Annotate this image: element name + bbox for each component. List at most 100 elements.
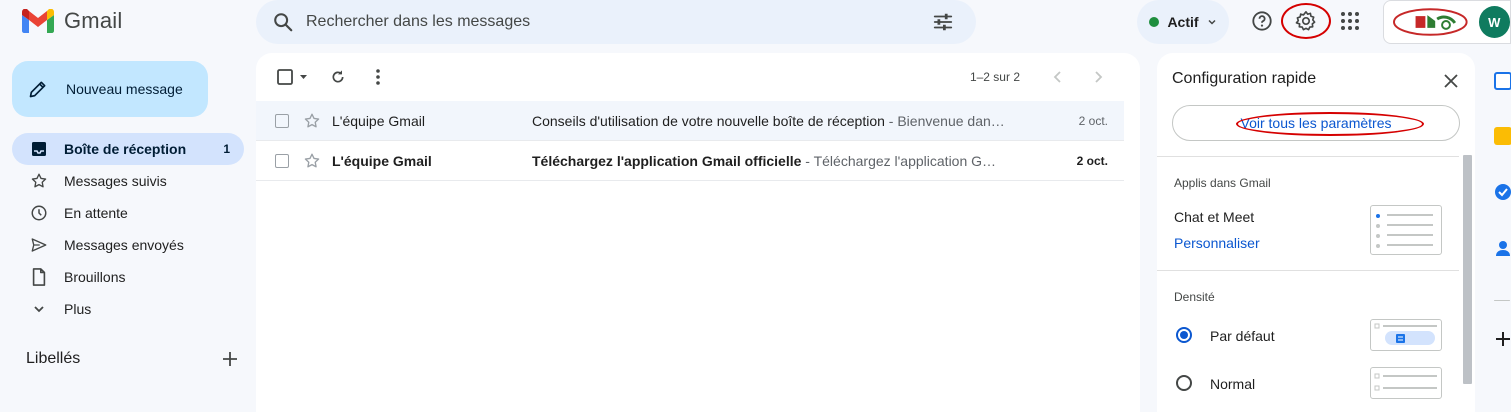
email-subject: Conseils d'utilisation de votre nouvelle… <box>532 112 885 129</box>
keep-icon[interactable] <box>1494 127 1511 145</box>
email-row[interactable]: L'équipe Gmail Conseils d'utilisation de… <box>256 101 1124 141</box>
row-checkbox[interactable] <box>275 113 289 128</box>
search-icon[interactable] <box>272 11 294 33</box>
labels-section: Libellés <box>26 350 238 368</box>
help-icon <box>1252 11 1272 31</box>
refresh-button[interactable] <box>322 61 354 93</box>
density-preview-icon <box>1374 323 1437 345</box>
chevron-left-icon <box>1053 71 1061 83</box>
email-snippet: - Bienvenue dan… <box>884 112 1005 129</box>
quick-settings-title: Configuration rapide <box>1172 70 1317 87</box>
pagination-count: 1–2 sur 2 <box>969 70 1020 84</box>
email-snippet: - Téléchargez l'application G… <box>801 152 997 169</box>
sidebar-item-inbox[interactable]: Boîte de réception 1 <box>12 133 244 165</box>
email-subject: Téléchargez l'application Gmail officiel… <box>532 152 802 169</box>
pencil-icon <box>29 81 46 98</box>
status-dot-icon <box>1149 17 1160 27</box>
sidebar-item-label: Plus <box>64 301 92 317</box>
apps-item-label: Chat et Meet <box>1174 209 1255 225</box>
sidebar-item-starred[interactable]: Messages suivis <box>12 165 244 197</box>
compose-button[interactable]: Nouveau message <box>12 61 208 117</box>
avatar[interactable]: W <box>1478 6 1510 38</box>
email-row[interactable]: L'équipe Gmail Téléchargez l'application… <box>256 141 1124 181</box>
close-icon <box>1444 74 1458 88</box>
more-vert-icon <box>376 69 380 85</box>
select-all-checkbox[interactable] <box>274 61 314 93</box>
layout-preview-icon <box>1376 214 1433 248</box>
add-addon-icon[interactable] <box>1494 330 1511 348</box>
quick-settings-panel: Configuration rapide Voir tous les param… <box>1157 53 1475 412</box>
apps-grid-icon <box>1341 12 1359 30</box>
sidebar-item-snoozed[interactable]: En attente <box>12 197 244 229</box>
row-checkbox[interactable] <box>275 153 289 168</box>
density-default-thumbnail[interactable] <box>1370 319 1442 351</box>
search-options-icon[interactable] <box>932 11 954 33</box>
compose-label: Nouveau message <box>66 81 183 97</box>
contacts-icon[interactable] <box>1494 239 1511 257</box>
draft-icon <box>30 268 48 286</box>
annotation-oval <box>1281 3 1331 39</box>
apps-section-heading: Applis dans Gmail <box>1174 176 1271 190</box>
labels-heading: Libellés <box>26 350 81 367</box>
clock-icon <box>30 204 48 222</box>
status-label: Actif <box>1167 14 1199 30</box>
density-option-label: Par défaut <box>1210 328 1275 344</box>
tasks-icon[interactable] <box>1494 183 1511 201</box>
email-date: 2 oct. <box>1078 113 1108 128</box>
prev-page-button[interactable] <box>1046 65 1070 89</box>
unread-count: 1 <box>223 142 230 156</box>
star-icon[interactable] <box>303 112 321 130</box>
sidebar-nav: Boîte de réception 1 Messages suivis En … <box>12 133 244 325</box>
customize-link[interactable]: Personnaliser <box>1174 235 1260 251</box>
email-sender: L'équipe Gmail <box>332 152 432 169</box>
density-section-heading: Densité <box>1174 290 1215 304</box>
organization-logo-icon <box>1392 8 1468 36</box>
star-icon[interactable] <box>303 152 321 170</box>
checkbox-icon <box>277 69 307 85</box>
email-subject-line: Téléchargez l'application Gmail officiel… <box>532 153 1022 169</box>
density-preview-icon <box>1374 373 1437 391</box>
sidebar-item-label: Brouillons <box>64 269 126 285</box>
apps-button[interactable] <box>1330 1 1370 41</box>
side-panel <box>1490 56 1511 412</box>
gmail-wordmark: Gmail <box>64 8 123 33</box>
add-label-icon[interactable] <box>222 351 238 367</box>
next-page-button[interactable] <box>1086 65 1110 89</box>
message-list-panel: 1–2 sur 2 L'équipe Gmail Conseils d'util… <box>256 53 1140 412</box>
density-option-label: Normal <box>1210 376 1256 392</box>
search-bar[interactable]: Rechercher dans les messages <box>256 0 976 44</box>
divider <box>1157 156 1459 157</box>
sidebar-item-label: En attente <box>64 205 128 221</box>
star-icon <box>30 172 48 190</box>
chevron-right-icon <box>1095 71 1103 83</box>
divider <box>1494 300 1510 301</box>
gmail-m-icon <box>22 9 54 33</box>
more-actions-button[interactable] <box>362 61 394 93</box>
density-default-radio[interactable] <box>1176 327 1192 343</box>
inbox-icon <box>30 140 48 158</box>
sidebar-item-sent[interactable]: Messages envoyés <box>12 229 244 261</box>
search-input[interactable]: Rechercher dans les messages <box>306 13 932 31</box>
account-area[interactable]: W <box>1383 0 1511 44</box>
chevron-down-icon <box>1208 19 1216 25</box>
email-date: 2 oct. <box>1076 153 1108 168</box>
close-button[interactable] <box>1439 69 1463 93</box>
annotation-oval <box>1236 112 1424 136</box>
sidebar-item-more[interactable]: Plus <box>12 293 244 325</box>
status-selector[interactable]: Actif <box>1137 0 1229 44</box>
calendar-icon[interactable] <box>1494 72 1511 90</box>
apps-preview-thumbnail[interactable] <box>1370 205 1442 255</box>
sidebar-item-label: Boîte de réception <box>64 141 187 157</box>
sidebar-item-drafts[interactable]: Brouillons <box>12 261 244 293</box>
see-all-settings-button[interactable]: Voir tous les paramètres <box>1172 105 1460 141</box>
sidebar-item-label: Messages envoyés <box>64 237 184 253</box>
help-button[interactable] <box>1242 1 1282 41</box>
scrollbar-thumb[interactable] <box>1463 155 1472 384</box>
sidebar-item-label: Messages suivis <box>64 173 167 189</box>
email-sender: L'équipe Gmail <box>332 112 425 129</box>
density-normal-thumbnail[interactable] <box>1370 367 1442 399</box>
send-icon <box>30 236 48 254</box>
density-normal-radio[interactable] <box>1176 375 1192 391</box>
gmail-logo[interactable]: Gmail <box>22 8 122 34</box>
chevron-down-icon <box>30 300 48 318</box>
